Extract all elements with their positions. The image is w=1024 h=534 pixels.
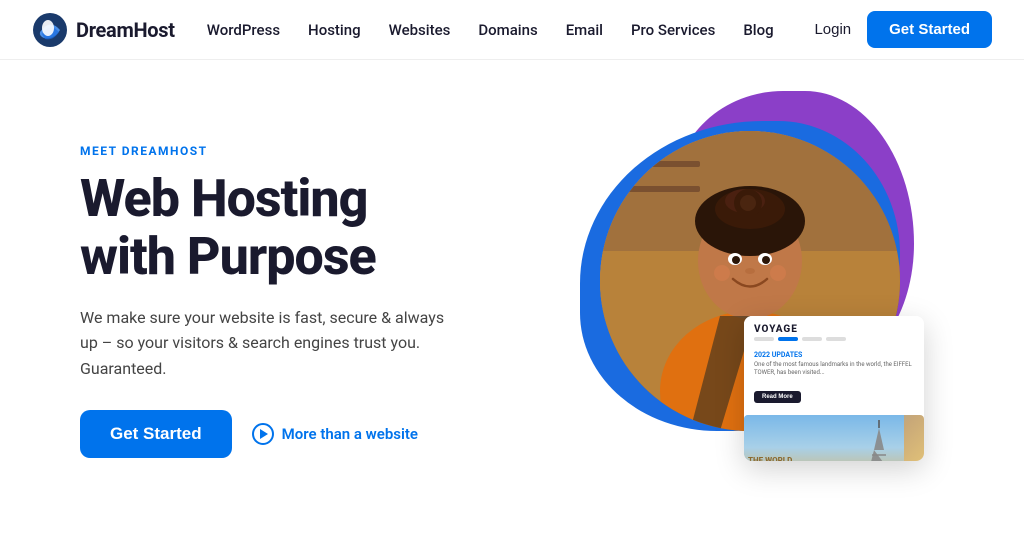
- hero-visual: VOYAGE 2022 UPDATES One of the most famo…: [560, 101, 944, 501]
- nav-item-wordpress[interactable]: WordPress: [207, 21, 280, 39]
- navbar: DreamHost WordPress Hosting Websites Dom…: [0, 0, 1024, 60]
- card-image-area: THE WORLD AROUND: [744, 415, 924, 461]
- nav-item-blog[interactable]: Blog: [743, 21, 773, 39]
- play-icon: [252, 423, 274, 445]
- nav-actions: Login Get Started: [814, 11, 992, 48]
- get-started-nav-button[interactable]: Get Started: [867, 11, 992, 48]
- nav-item-email[interactable]: Email: [566, 21, 603, 39]
- card-world-text: THE WORLD AROUND: [748, 457, 792, 461]
- nav-item-websites[interactable]: Websites: [389, 21, 451, 39]
- more-link-label: More than a website: [282, 425, 418, 443]
- card-update-label: 2022 UPDATES: [754, 351, 914, 359]
- card-nav-dots: [754, 337, 914, 341]
- card-dot-1: [754, 337, 774, 341]
- dreamhost-logo-icon: [32, 12, 68, 48]
- card-body: 2022 UPDATES One of the most famous land…: [744, 345, 924, 415]
- play-triangle-icon: [260, 429, 268, 439]
- hero-title-line1: Web Hosting: [80, 168, 367, 229]
- more-than-website-link[interactable]: More than a website: [252, 423, 418, 445]
- card-main-image: THE WORLD AROUND: [744, 415, 924, 461]
- nav-links: WordPress Hosting Websites Domains Email…: [207, 21, 815, 39]
- card-header: VOYAGE: [744, 316, 924, 345]
- hero-actions: Get Started More than a website: [80, 410, 560, 458]
- hero-section: MEET DREAMHOST Web Hosting with Purpose …: [0, 60, 1024, 534]
- card-update-text: One of the most famous landmarks in the …: [754, 361, 914, 378]
- nav-item-pro-services[interactable]: Pro Services: [631, 21, 715, 39]
- hero-content: MEET DREAMHOST Web Hosting with Purpose …: [80, 144, 560, 457]
- card-image-svg: [744, 415, 904, 461]
- card-voyage-title: VOYAGE: [754, 324, 914, 335]
- hero-title: Web Hosting with Purpose: [80, 170, 560, 284]
- website-card-overlay: VOYAGE 2022 UPDATES One of the most famo…: [744, 316, 924, 461]
- hero-title-line2: with Purpose: [80, 226, 376, 287]
- logo-link[interactable]: DreamHost: [32, 12, 175, 48]
- hero-description: We make sure your website is fast, secur…: [80, 305, 460, 382]
- card-dot-4: [826, 337, 846, 341]
- meet-label: MEET DREAMHOST: [80, 144, 560, 158]
- nav-item-hosting[interactable]: Hosting: [308, 21, 361, 39]
- login-button[interactable]: Login: [814, 21, 851, 38]
- get-started-hero-button[interactable]: Get Started: [80, 410, 232, 458]
- nav-item-domains[interactable]: Domains: [478, 21, 537, 39]
- logo-text: DreamHost: [76, 18, 175, 42]
- card-dot-3: [802, 337, 822, 341]
- card-read-more-button[interactable]: Read More: [754, 391, 801, 403]
- card-dot-2: [778, 337, 798, 341]
